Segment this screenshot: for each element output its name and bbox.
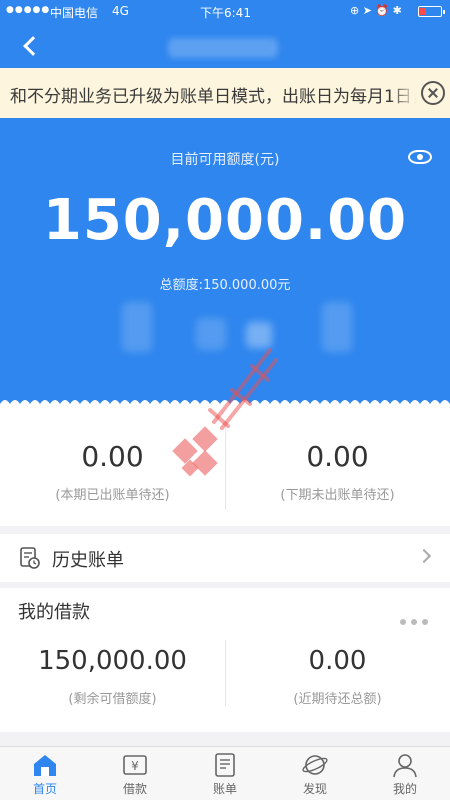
tab-loan[interactable]: ¥ 借款: [90, 747, 180, 800]
navigation-bar: [0, 24, 450, 68]
more-options-icon[interactable]: [400, 610, 433, 629]
current-bill-caption: (本期已出账单待还): [55, 488, 170, 503]
carrier-name: 中国电信: [50, 6, 99, 20]
my-loans-card: 我的借款 150,000.00 (剩余可借额度) 0.00 (近期待还总额): [0, 588, 450, 732]
history-bills-label: 历史账单: [52, 550, 124, 571]
available-credit-label: 目前可用额度(元): [170, 152, 280, 168]
notice-banner[interactable]: 和不分期业务已升级为账单日模式，出账日为每月1日，还: [0, 68, 450, 118]
blurred-area: [322, 302, 352, 352]
tab-bar: 首页 ¥ 借款 账单 发现 我的: [0, 746, 450, 800]
eye-icon[interactable]: [408, 150, 432, 164]
tab-label: 发现: [302, 782, 327, 796]
back-button[interactable]: [20, 34, 42, 58]
screen: ●●●●● 中国电信 4G 下午6:41 ⊕ ➤ ⏰ ✱ 和不分期业务已升级为账…: [0, 0, 450, 800]
signal-icon: ●●●●●: [6, 5, 51, 15]
watermark-logo: [172, 348, 278, 477]
tab-discover[interactable]: 发现: [270, 747, 360, 800]
tab-bills[interactable]: 账单: [180, 747, 270, 800]
profile-icon: [393, 754, 417, 778]
status-time: 下午6:41: [200, 6, 251, 20]
tab-label: 首页: [32, 782, 57, 796]
tab-label: 我的: [392, 782, 417, 796]
total-credit-label: 总额度:150.000.00元: [159, 278, 291, 293]
loan-icon: ¥: [123, 755, 147, 775]
status-icons: ⊕ ➤ ⏰ ✱: [350, 4, 402, 17]
my-loans-title: 我的借款: [18, 602, 90, 623]
history-bills-row[interactable]: 历史账单: [0, 534, 450, 582]
bill-icon: [215, 753, 235, 777]
tab-label: 借款: [122, 782, 147, 796]
chevron-right-icon: [416, 548, 432, 564]
tab-label: 账单: [212, 782, 237, 796]
discover-icon: [302, 755, 328, 775]
status-bar: ●●●●● 中国电信 4G 下午6:41 ⊕ ➤ ⏰ ✱: [0, 0, 450, 24]
svg-text:¥: ¥: [131, 759, 139, 773]
remaining-credit-amount: 150,000.00: [38, 646, 187, 676]
network-type: 4G: [112, 4, 129, 18]
battery-icon: [418, 6, 445, 17]
next-bill-caption: (下期未出账单待还): [280, 488, 395, 503]
history-bill-icon: [20, 547, 40, 569]
remaining-credit-caption: (剩余可借额度): [68, 692, 157, 707]
blurred-area: [122, 302, 152, 352]
home-icon: [34, 755, 56, 776]
upcoming-due-caption: (近期待还总额): [293, 692, 382, 707]
close-notice-button[interactable]: [421, 81, 445, 105]
tab-profile[interactable]: 我的: [360, 747, 450, 800]
tab-home[interactable]: 首页: [0, 747, 90, 800]
available-credit-amount: 150,000.00: [42, 188, 408, 253]
upcoming-due-amount: 0.00: [308, 646, 367, 676]
blurred-title: [168, 38, 278, 58]
notice-text: 和不分期业务已升级为账单日模式，出账日为每月1日，还: [10, 87, 446, 107]
